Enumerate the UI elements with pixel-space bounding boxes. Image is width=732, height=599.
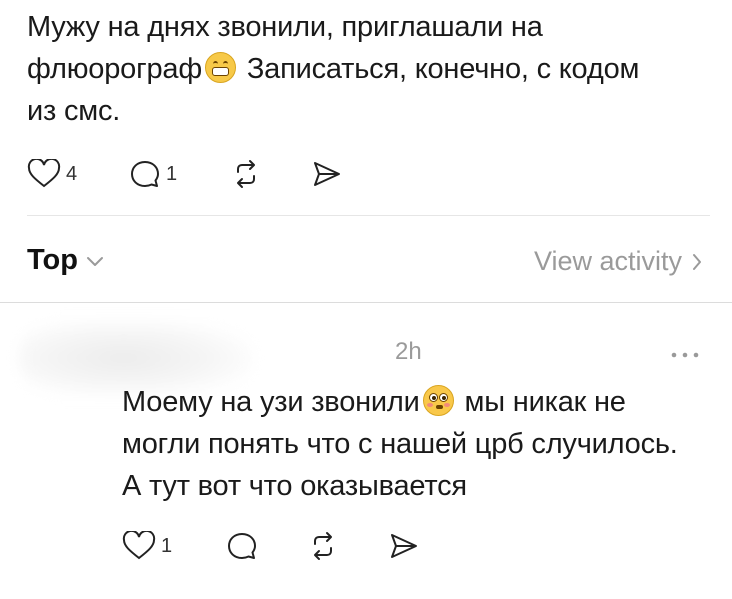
reply-timestamp: 2h (395, 338, 422, 365)
comment-icon (131, 161, 159, 187)
more-options-button[interactable] (670, 346, 700, 364)
post-like-button[interactable]: 4 (27, 159, 129, 189)
post-text: Мужу на днях звонили, приглашали на флюо… (27, 6, 667, 132)
comment-icon (228, 533, 256, 559)
sort-dropdown[interactable]: Top (27, 244, 104, 277)
post-reply-button[interactable]: 1 (129, 159, 231, 189)
send-icon (314, 162, 340, 186)
post-share-button[interactable] (311, 159, 343, 189)
reply-action-bar: 1 (122, 531, 420, 561)
reply-text: Моему на узи звонили мы никак не могли п… (122, 381, 702, 507)
flushed-face-icon (422, 385, 454, 416)
more-icon (671, 352, 699, 358)
post-repost-button[interactable] (231, 159, 311, 189)
divider (0, 302, 732, 303)
chevron-right-icon (693, 253, 701, 270)
send-icon (391, 534, 417, 558)
sort-label: Top (27, 244, 78, 276)
repost-icon (237, 160, 255, 188)
reply-text-part1: Моему на узи звонили (122, 386, 420, 418)
view-activity-link[interactable]: View activity (534, 246, 702, 277)
thread-view: Мужу на днях звонили, приглашали на флюо… (0, 0, 732, 599)
reply-reply-button[interactable] (226, 531, 308, 561)
post-like-count: 4 (66, 162, 78, 185)
divider (27, 215, 710, 216)
reply-share-button[interactable] (388, 531, 420, 561)
repost-icon (314, 532, 332, 560)
reply-like-button[interactable]: 1 (122, 531, 226, 561)
post-action-bar: 4 1 (27, 159, 343, 189)
reply-repost-button[interactable] (308, 531, 388, 561)
heart-icon (27, 159, 61, 188)
view-activity-label: View activity (533, 246, 682, 276)
chevron-down-icon (87, 256, 103, 266)
grinning-face-icon (204, 52, 236, 83)
heart-icon (122, 531, 156, 560)
reply-like-count: 1 (161, 534, 173, 557)
post-reply-count: 1 (166, 162, 178, 185)
